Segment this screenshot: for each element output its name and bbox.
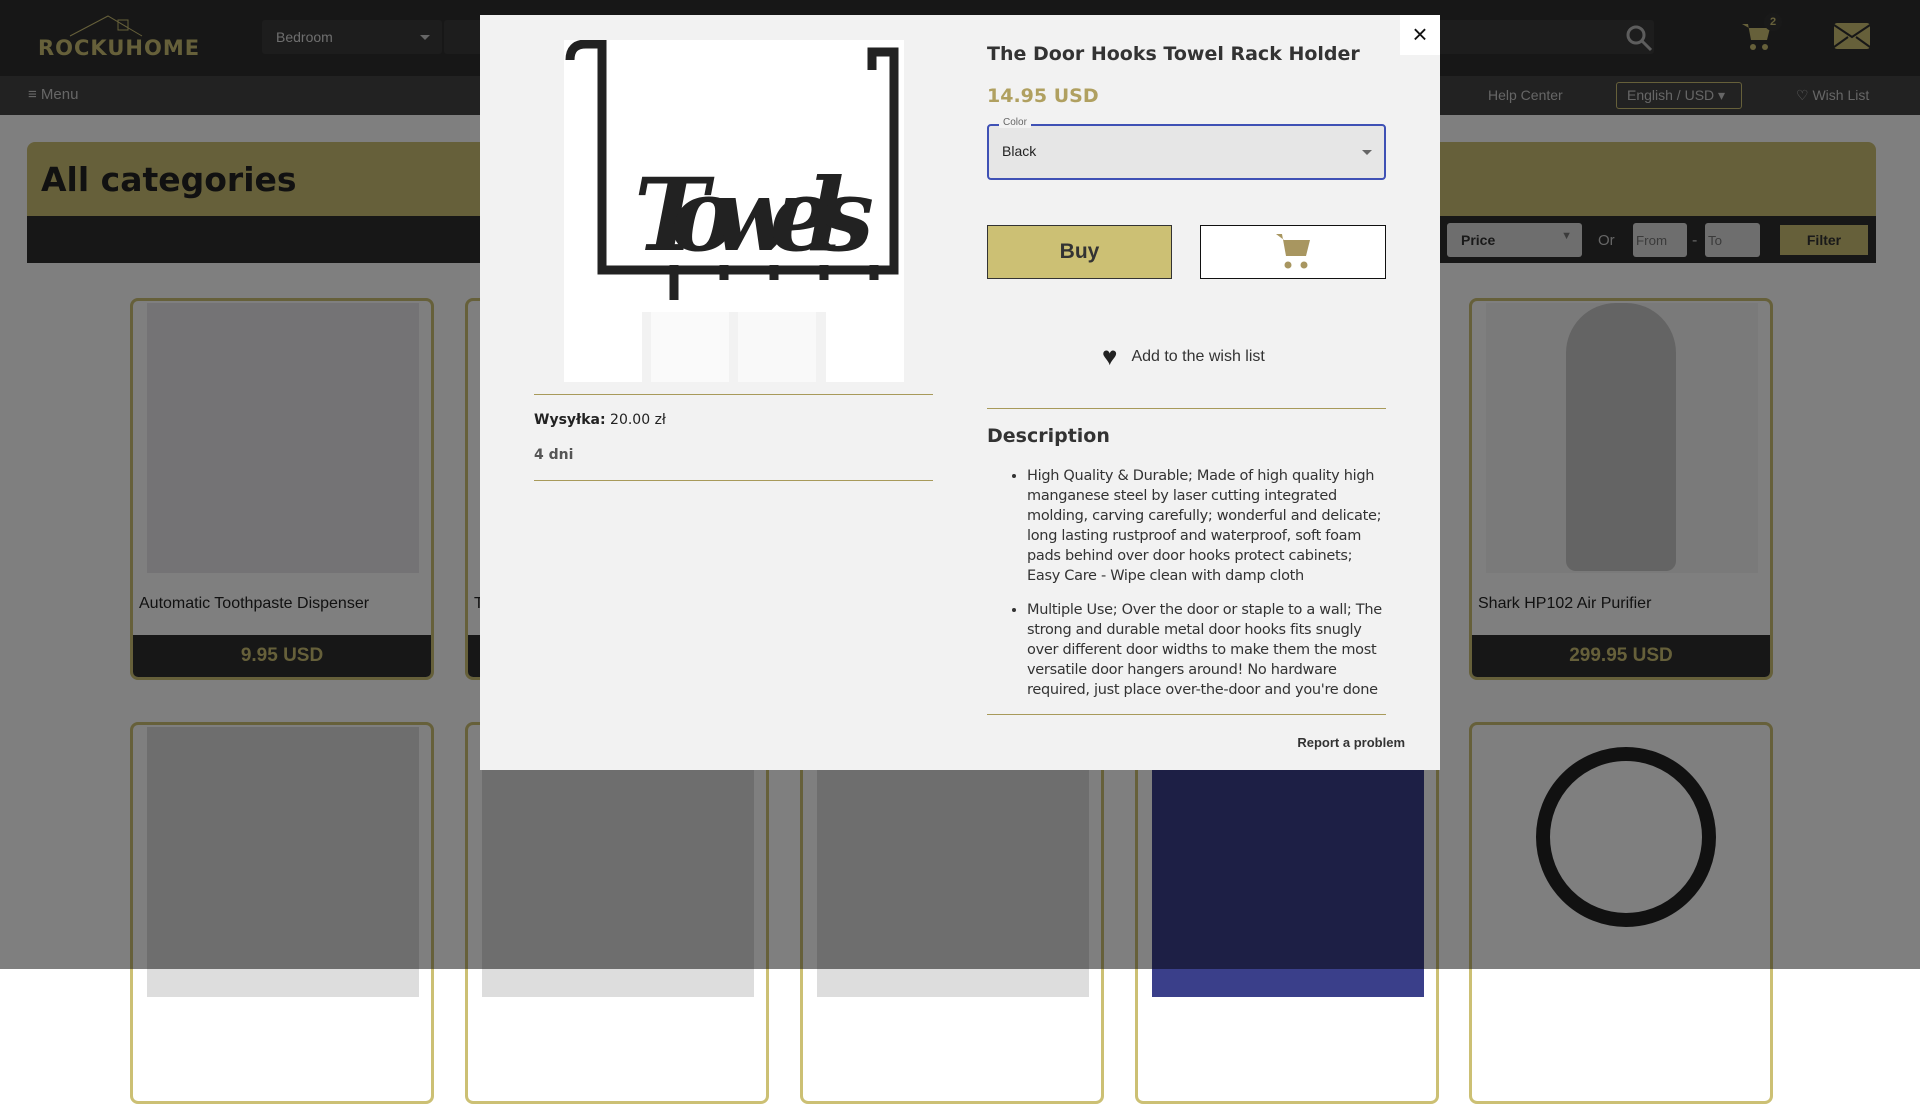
- product-main-image[interactable]: Towels: [564, 40, 904, 312]
- shipping-info: Wysyłka: 20.00 zł: [534, 412, 666, 428]
- close-button[interactable]: ×: [1400, 15, 1440, 55]
- color-value: Black: [1002, 143, 1037, 159]
- heart-icon: ♥: [1102, 341, 1118, 371]
- add-to-cart-button[interactable]: [1200, 225, 1386, 279]
- cart-icon: [1276, 233, 1310, 268]
- divider: [987, 714, 1386, 715]
- shipping-value: 20.00 zł: [605, 412, 666, 428]
- divider: [534, 394, 933, 395]
- color-select[interactable]: Color Black: [987, 117, 1386, 180]
- product-title: The Door Hooks Towel Rack Holder: [987, 43, 1360, 65]
- delivery-time: 4 dni: [534, 447, 574, 463]
- description-heading: Description: [987, 425, 1110, 447]
- product-modal: × Towels Wysyłka: 20.00 zł 4 dni The Doo…: [480, 15, 1440, 770]
- divider: [534, 480, 933, 481]
- thumbnail[interactable]: [826, 312, 904, 382]
- buy-button[interactable]: Buy: [987, 225, 1172, 279]
- thumbnail[interactable]: [651, 312, 729, 382]
- chevron-down-icon: [1362, 150, 1372, 160]
- description-list: High Quality & Durable; Made of high qua…: [1007, 466, 1387, 714]
- svg-text:Towels: Towels: [634, 156, 874, 274]
- wishlist-label: Add to the wish list: [1131, 347, 1265, 365]
- description-item: Multiple Use; Over the door or staple to…: [1027, 600, 1387, 700]
- shipping-label: Wysyłka:: [534, 412, 606, 428]
- thumbnail[interactable]: [564, 312, 642, 382]
- color-label: Color: [999, 117, 1031, 128]
- add-to-wishlist-button[interactable]: ♥ Add to the wish list: [1102, 341, 1265, 372]
- report-problem-link[interactable]: Report a problem: [1297, 735, 1405, 750]
- close-icon: ×: [1412, 19, 1428, 49]
- thumbnail[interactable]: [738, 312, 816, 382]
- product-price: 14.95 USD: [987, 85, 1099, 107]
- description-item: High Quality & Durable; Made of high qua…: [1027, 466, 1387, 586]
- divider: [987, 408, 1386, 409]
